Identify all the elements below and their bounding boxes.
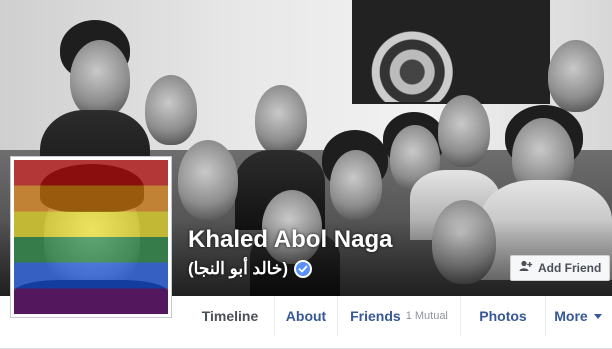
add-friend-icon bbox=[519, 259, 533, 277]
profile-picture-frame[interactable] bbox=[10, 156, 172, 318]
profile-name[interactable]: Khaled Abol Naga bbox=[188, 226, 392, 254]
cover-person bbox=[330, 150, 382, 220]
tab-more-label: More bbox=[554, 308, 588, 324]
verified-badge-icon[interactable] bbox=[293, 260, 312, 278]
alt-name-row: (خالد أبو النجا) bbox=[188, 258, 392, 280]
add-friend-button[interactable]: Add Friend bbox=[510, 255, 611, 281]
add-friend-label: Add Friend bbox=[538, 261, 602, 275]
profile-picture[interactable] bbox=[14, 160, 168, 314]
tab-photos[interactable]: Photos bbox=[461, 296, 545, 336]
tab-photos-label: Photos bbox=[479, 308, 527, 324]
tab-more[interactable]: More bbox=[546, 296, 610, 336]
tab-timeline[interactable]: Timeline bbox=[186, 296, 274, 336]
tab-friends[interactable]: Friends 1 Mutual bbox=[338, 296, 460, 336]
cover-person bbox=[255, 85, 307, 155]
rainbow-filter-overlay bbox=[14, 160, 168, 314]
cover-wall-art bbox=[352, 0, 550, 104]
profile-alt-name: (خالد أبو النجا) bbox=[188, 259, 288, 278]
tab-about-label: About bbox=[285, 308, 327, 324]
tab-friends-label: Friends bbox=[350, 308, 401, 324]
cover-person bbox=[548, 40, 604, 112]
tab-timeline-label: Timeline bbox=[201, 308, 259, 324]
tab-friends-mutual-count: 1 Mutual bbox=[405, 310, 448, 322]
tab-about[interactable]: About bbox=[275, 296, 337, 336]
cover-person bbox=[178, 140, 238, 220]
cover-person bbox=[438, 95, 490, 167]
profile-name-block: Khaled Abol Naga (خالد أبو النجا) bbox=[188, 226, 392, 280]
chevron-down-icon bbox=[593, 313, 602, 319]
cover-person bbox=[70, 40, 130, 118]
cover-person bbox=[145, 75, 197, 145]
